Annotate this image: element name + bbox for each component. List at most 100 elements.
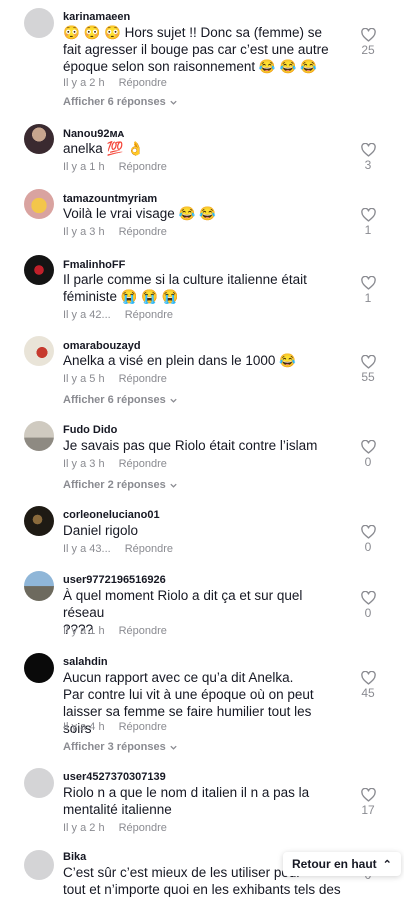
avatar[interactable] [24, 506, 54, 536]
avatar[interactable] [24, 336, 54, 366]
comment-meta: Il y a 3 h Répondre [63, 226, 167, 238]
comment-meta: Il y a 3 h Répondre [63, 458, 167, 470]
like-button[interactable]: 1 [356, 208, 380, 237]
heart-icon [360, 208, 376, 222]
back-to-top-label: Retour en haut [292, 857, 377, 871]
comment-username[interactable]: FmalinhoFF [63, 259, 125, 271]
comment-username[interactable]: omarabouzayd [63, 340, 141, 352]
like-count: 17 [361, 803, 375, 817]
comment-time: Il y a 3 h [63, 226, 105, 238]
reply-button[interactable]: Répondre [119, 625, 167, 637]
reply-button[interactable]: Répondre [119, 373, 167, 385]
avatar[interactable] [24, 189, 54, 219]
like-count: 0 [364, 606, 372, 620]
heart-icon [360, 671, 376, 685]
heart-icon [360, 440, 376, 454]
comment-username[interactable]: tamazountmyriam [63, 193, 157, 205]
chevron-down-icon [170, 745, 177, 750]
like-count: 0 [364, 540, 372, 554]
like-count: 25 [361, 43, 375, 57]
like-button[interactable]: 1 [356, 276, 380, 305]
comment-meta: Il y a 2 h Répondre [63, 822, 167, 834]
comment-meta: Il y a 2 h Répondre [63, 77, 167, 89]
like-button[interactable]: 0 [356, 440, 380, 469]
like-button[interactable]: 45 [356, 671, 380, 700]
comment-username[interactable]: user4527370307139 [63, 771, 166, 783]
like-button[interactable]: 17 [356, 788, 380, 817]
comment-text: Je savais pas que Riolo était contre l’i… [63, 438, 318, 453]
like-count: 55 [361, 370, 375, 384]
view-replies-button[interactable]: Afficher 3 réponses [63, 741, 178, 753]
like-button[interactable]: 3 [356, 143, 380, 172]
view-replies-label: Afficher 6 réponses [63, 96, 166, 108]
comment-meta: Il y a 4 h Répondre [63, 721, 167, 733]
view-replies-label: Afficher 3 réponses [63, 741, 166, 753]
comment-time: Il y a 1 h [63, 161, 105, 173]
double-chevron-up-icon: ⌃ [382, 859, 392, 871]
comment-time: Il y a 2 h [63, 77, 105, 89]
view-replies-button[interactable]: Afficher 6 réponses [63, 96, 178, 108]
comment-username[interactable]: salahdin [63, 656, 108, 668]
view-replies-button[interactable]: Afficher 2 réponses [63, 479, 178, 491]
reply-button[interactable]: Répondre [119, 226, 167, 238]
comment-text: Riolo n a que le nom d italien il n a pa… [63, 785, 310, 817]
chevron-down-icon [170, 483, 177, 488]
like-count: 1 [364, 291, 372, 305]
reply-button[interactable]: Répondre [119, 77, 167, 89]
like-button[interactable]: 55 [356, 355, 380, 384]
comment-time: Il y a 4 h [63, 721, 105, 733]
back-to-top-button[interactable]: Retour en haut ⌃ [283, 852, 401, 876]
comment-time: Il y a 1 h [63, 625, 105, 637]
comment-time: Il y a 2 h [63, 822, 105, 834]
like-count: 45 [361, 686, 375, 700]
reply-button[interactable]: Répondre [119, 458, 167, 470]
comment-time: Il y a 3 h [63, 458, 105, 470]
like-count: 1 [364, 223, 372, 237]
heart-icon [360, 788, 376, 802]
avatar[interactable] [24, 850, 54, 880]
comment-text: 😳 😳 😳 Hors sujet !! Donc sa (femme) se f… [63, 25, 329, 74]
chevron-down-icon [170, 398, 177, 403]
comment-text: Voilà le vrai visage 😂 😂 [63, 206, 216, 221]
heart-icon [360, 591, 376, 605]
comment-meta: Il y a 43... Répondre [63, 543, 173, 555]
comment-username[interactable]: Fudo Dido [63, 424, 117, 436]
avatar[interactable] [24, 571, 54, 601]
comment-username[interactable]: user9772196516926 [63, 574, 166, 586]
reply-button[interactable]: Répondre [125, 309, 173, 321]
avatar[interactable] [24, 255, 54, 285]
heart-icon [360, 143, 376, 157]
reply-button[interactable]: Répondre [119, 822, 167, 834]
avatar[interactable] [24, 768, 54, 798]
comment-time: Il y a 43... [63, 543, 111, 555]
heart-icon [360, 355, 376, 369]
avatar[interactable] [24, 653, 54, 683]
comment-time: Il y a 42... [63, 309, 111, 321]
reply-button[interactable]: Répondre [119, 721, 167, 733]
avatar[interactable] [24, 124, 54, 154]
avatar[interactable] [24, 421, 54, 451]
comment-time: Il y a 5 h [63, 373, 105, 385]
heart-icon [360, 525, 376, 539]
comment-meta: Il y a 1 h Répondre [63, 625, 167, 637]
comment-username[interactable]: karinamaeen [63, 11, 130, 23]
view-replies-label: Afficher 2 réponses [63, 479, 166, 491]
comment-username[interactable]: corleoneluciano01 [63, 509, 160, 521]
like-button[interactable]: 25 [356, 28, 380, 57]
reply-button[interactable]: Répondre [125, 543, 173, 555]
comment-username[interactable]: Nanou92ᴍᴀ [63, 128, 124, 140]
like-count: 0 [364, 455, 372, 469]
comment-username[interactable]: Bika [63, 851, 86, 863]
avatar[interactable] [24, 8, 54, 38]
comment-text: anelka 💯 👌 [63, 141, 144, 156]
like-button[interactable]: 0 [356, 591, 380, 620]
comment-meta: Il y a 5 h Répondre [63, 373, 167, 385]
comment-meta: Il y a 1 h Répondre [63, 161, 167, 173]
view-replies-button[interactable]: Afficher 6 réponses [63, 394, 178, 406]
comment-text: Il parle comme si la culture italienne é… [63, 272, 307, 304]
reply-button[interactable]: Répondre [119, 161, 167, 173]
like-button[interactable]: 0 [356, 525, 380, 554]
heart-icon [360, 28, 376, 42]
view-replies-label: Afficher 6 réponses [63, 394, 166, 406]
comment-text: Anelka a visé en plein dans le 1000 😂 [63, 353, 296, 368]
